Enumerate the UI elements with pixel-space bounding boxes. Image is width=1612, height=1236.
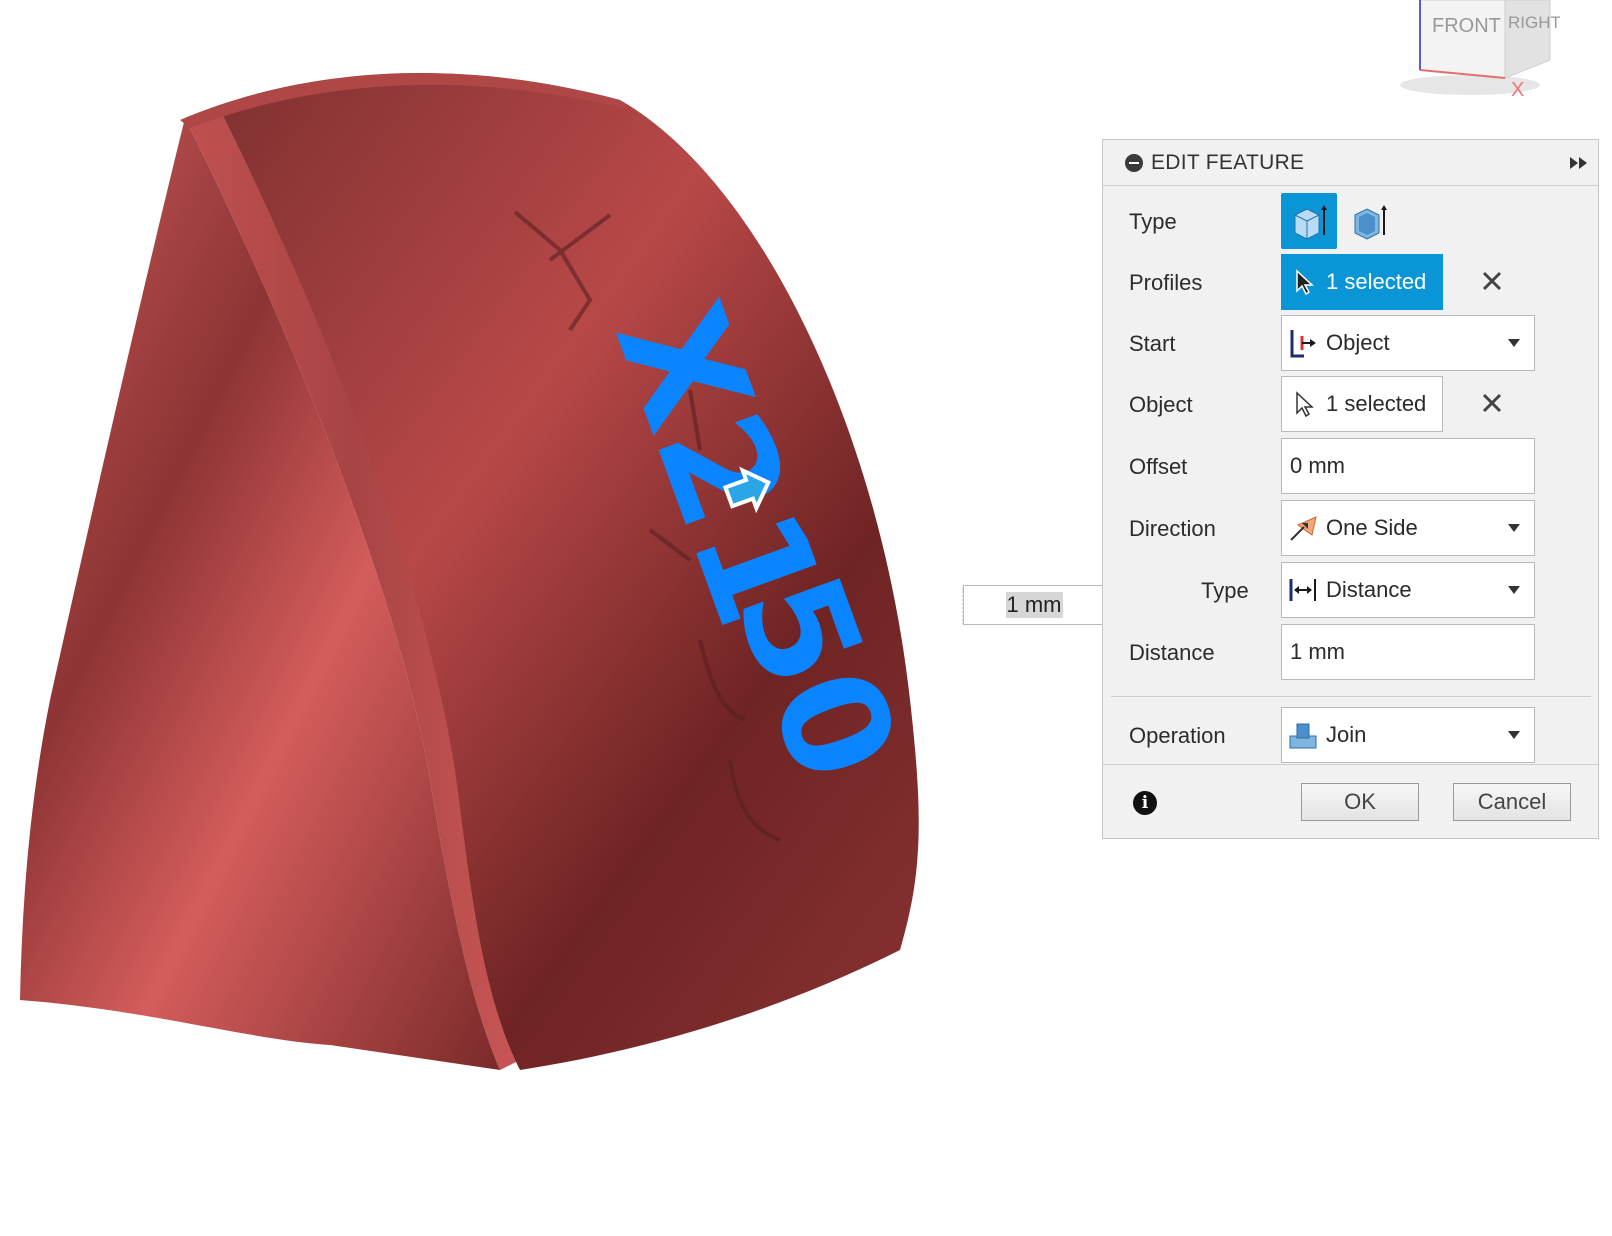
divider xyxy=(1111,696,1591,697)
view-cube-right: RIGHT xyxy=(1508,13,1560,32)
start-chevron-down-icon xyxy=(1508,339,1520,347)
row-distance: Distance 1 mm xyxy=(1103,624,1598,680)
select-cursor-icon xyxy=(1296,391,1314,418)
start-label: Start xyxy=(1129,331,1176,356)
info-icon[interactable]: i xyxy=(1133,791,1157,815)
view-cube[interactable]: FRONT RIGHT X xyxy=(1390,0,1560,100)
direction-label: Direction xyxy=(1129,516,1216,541)
object-label: Object xyxy=(1129,392,1193,417)
type-label: Type xyxy=(1129,209,1177,234)
dialog-title: EDIT FEATURE xyxy=(1151,150,1305,174)
view-cube-front: FRONT xyxy=(1432,15,1501,37)
extrude-thin-icon xyxy=(1354,205,1387,240)
start-value: Object xyxy=(1326,330,1390,355)
select-cursor-icon xyxy=(1296,269,1314,296)
view-cube-axis-x: X xyxy=(1511,79,1524,100)
join-icon xyxy=(1289,723,1317,749)
extent-type-dropdown[interactable]: Distance xyxy=(1281,562,1535,618)
collapse-icon[interactable] xyxy=(1125,153,1143,172)
operation-dropdown[interactable]: Join xyxy=(1281,707,1535,763)
operation-label: Operation xyxy=(1129,723,1226,748)
extent-type-label: Type xyxy=(1201,578,1249,603)
cancel-button[interactable]: Cancel xyxy=(1453,783,1571,821)
object-selection[interactable]: 1 selected xyxy=(1281,376,1443,432)
dialog-header: EDIT FEATURE xyxy=(1103,140,1598,186)
offset-label: Offset xyxy=(1129,454,1188,479)
offset-input[interactable]: 0 mm xyxy=(1281,438,1535,494)
profiles-label: Profiles xyxy=(1129,270,1203,295)
extrude-thin-button[interactable] xyxy=(1341,193,1397,249)
row-profiles: Profiles 1 selected xyxy=(1103,254,1598,310)
object-value: 1 selected xyxy=(1326,391,1427,416)
profiles-selection[interactable]: 1 selected xyxy=(1281,254,1443,310)
clear-profiles-x-icon[interactable] xyxy=(1479,268,1505,294)
distance-value: 1 mm xyxy=(1290,639,1345,664)
inline-distance-value: 1 mm xyxy=(1005,592,1063,618)
distance-icon xyxy=(1289,579,1316,601)
extrude-solid-icon xyxy=(1294,205,1327,240)
start-dropdown[interactable]: Object xyxy=(1281,315,1535,371)
operation-chevron-down-icon xyxy=(1508,731,1520,739)
distance-label: Distance xyxy=(1129,640,1215,665)
inline-distance-input[interactable]: 1 mm xyxy=(963,585,1105,625)
row-operation: Operation Join xyxy=(1103,707,1598,763)
extent-type-chevron-down-icon xyxy=(1508,586,1520,594)
direction-icon xyxy=(1290,516,1317,541)
offset-value: 0 mm xyxy=(1290,453,1345,478)
row-object: Object 1 selected xyxy=(1103,376,1598,432)
expand-arrows-icon[interactable] xyxy=(1568,154,1590,172)
row-type: Type xyxy=(1103,193,1598,249)
profiles-value: 1 selected xyxy=(1326,269,1427,294)
clear-object-x-icon[interactable] xyxy=(1479,390,1505,416)
extrude-solid-button[interactable] xyxy=(1281,193,1337,249)
direction-value: One Side xyxy=(1326,515,1418,540)
distance-input[interactable]: 1 mm xyxy=(1281,624,1535,680)
direction-dropdown[interactable]: One Side xyxy=(1281,500,1535,556)
operation-value: Join xyxy=(1326,722,1367,747)
start-object-icon xyxy=(1290,330,1316,358)
ok-button[interactable]: OK xyxy=(1301,783,1419,821)
row-start: Start Object xyxy=(1103,315,1598,371)
row-extent-type: Type Distance xyxy=(1103,562,1598,618)
dialog-footer: i OK Cancel xyxy=(1103,764,1598,840)
direction-chevron-down-icon xyxy=(1508,524,1520,532)
row-direction: Direction One Side xyxy=(1103,500,1598,556)
edit-feature-dialog: EDIT FEATURE Type Profiles 1 selected St… xyxy=(1102,139,1599,839)
row-offset: Offset 0 mm xyxy=(1103,438,1598,494)
extent-type-value: Distance xyxy=(1326,577,1412,602)
